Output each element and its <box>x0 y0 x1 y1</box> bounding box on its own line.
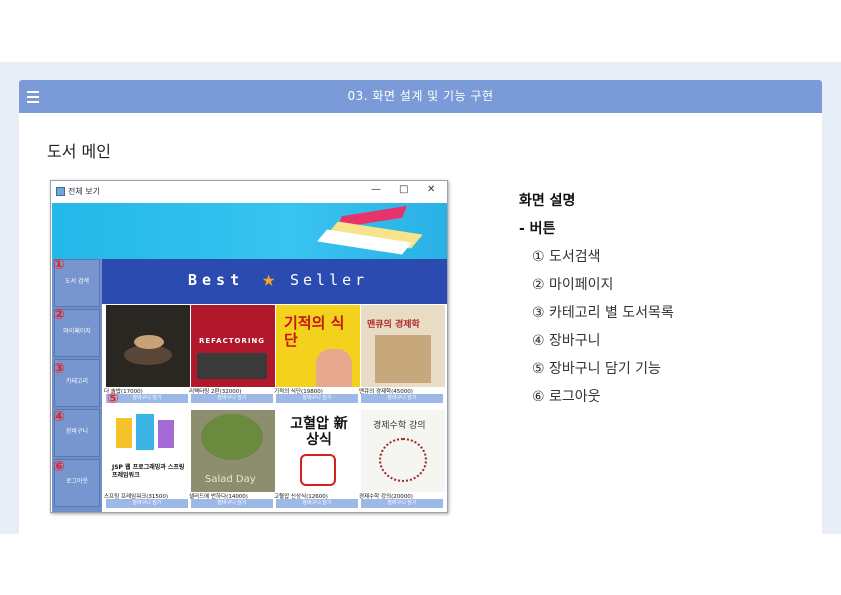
description-item: ④ 장바구니 <box>532 333 601 349</box>
app-screenshot: 전체 보기 — □ ✕ 도서 검색 마이페이지 카테고리 장바구니 로그아웃 ①… <box>50 180 448 513</box>
top-banner-image <box>52 203 447 259</box>
book-cover-image[interactable]: REFACTORING <box>191 305 275 387</box>
marker-3: ③ <box>53 361 65 377</box>
marker-6: ⑥ <box>53 459 65 475</box>
book-cover-image[interactable] <box>106 305 190 387</box>
book-cover-image[interactable]: 고혈압 新상식 <box>276 410 360 492</box>
description-heading: 화면 설명 <box>519 193 576 209</box>
app-window-icon <box>56 187 65 196</box>
section-title: 도서 메인 <box>47 142 111 161</box>
description-subheading: - 버튼 <box>519 221 556 237</box>
marker-2: ② <box>53 307 65 323</box>
add-to-cart-button[interactable]: 장바구니 담기 <box>106 499 188 508</box>
marker-5: ⑤ <box>107 391 119 407</box>
best-seller-logo-icon: ★ <box>262 267 276 292</box>
best-seller-banner: Best ★ Seller <box>102 259 447 304</box>
add-to-cart-button[interactable]: 장바구니 담기 <box>361 499 443 508</box>
description-item: ① 도서검색 <box>532 249 601 265</box>
add-to-cart-button[interactable]: 장바구니 담기 <box>276 394 358 403</box>
marker-4: ④ <box>53 409 65 425</box>
add-to-cart-button[interactable]: 장바구니 담기 <box>361 394 443 403</box>
window-titlebar: 전체 보기 — □ ✕ <box>51 181 447 202</box>
slide-title: 03. 화면 설계 및 기능 구현 <box>347 89 494 103</box>
book-cover-image[interactable]: 맨큐의 경제학 <box>361 305 445 387</box>
description-item: ⑤ 장바구니 담기 기능 <box>532 361 661 377</box>
description-item: ② 마이페이지 <box>532 277 614 293</box>
seller-text: Seller <box>290 271 369 289</box>
add-to-cart-button[interactable]: 장바구니 담기 <box>191 394 273 403</box>
description-item: ⑥ 로그아웃 <box>532 389 601 405</box>
add-to-cart-button[interactable]: 장바구니 담기 <box>276 499 358 508</box>
book-cover-image[interactable]: 기적의 식단 <box>276 305 360 387</box>
description-item: ③ 카테고리 별 도서목록 <box>532 305 674 321</box>
book-cover-image[interactable]: JSP 웹 프로그래밍과 스프링 프레임워크 <box>106 410 190 492</box>
book-cover-image[interactable]: 경제수학 강의 <box>361 410 445 492</box>
slide-header: 03. 화면 설계 및 기능 구현 <box>19 80 822 113</box>
marker-1: ① <box>53 257 65 273</box>
close-icon[interactable]: ✕ <box>427 184 435 195</box>
maximize-icon[interactable]: □ <box>399 184 408 195</box>
minimize-icon[interactable]: — <box>371 184 381 195</box>
add-to-cart-button[interactable]: 장바구니 담기 <box>191 499 273 508</box>
best-text: Best <box>188 271 245 289</box>
window-title: 전체 보기 <box>68 187 100 196</box>
book-cover-image[interactable]: Salad Day <box>191 410 275 492</box>
